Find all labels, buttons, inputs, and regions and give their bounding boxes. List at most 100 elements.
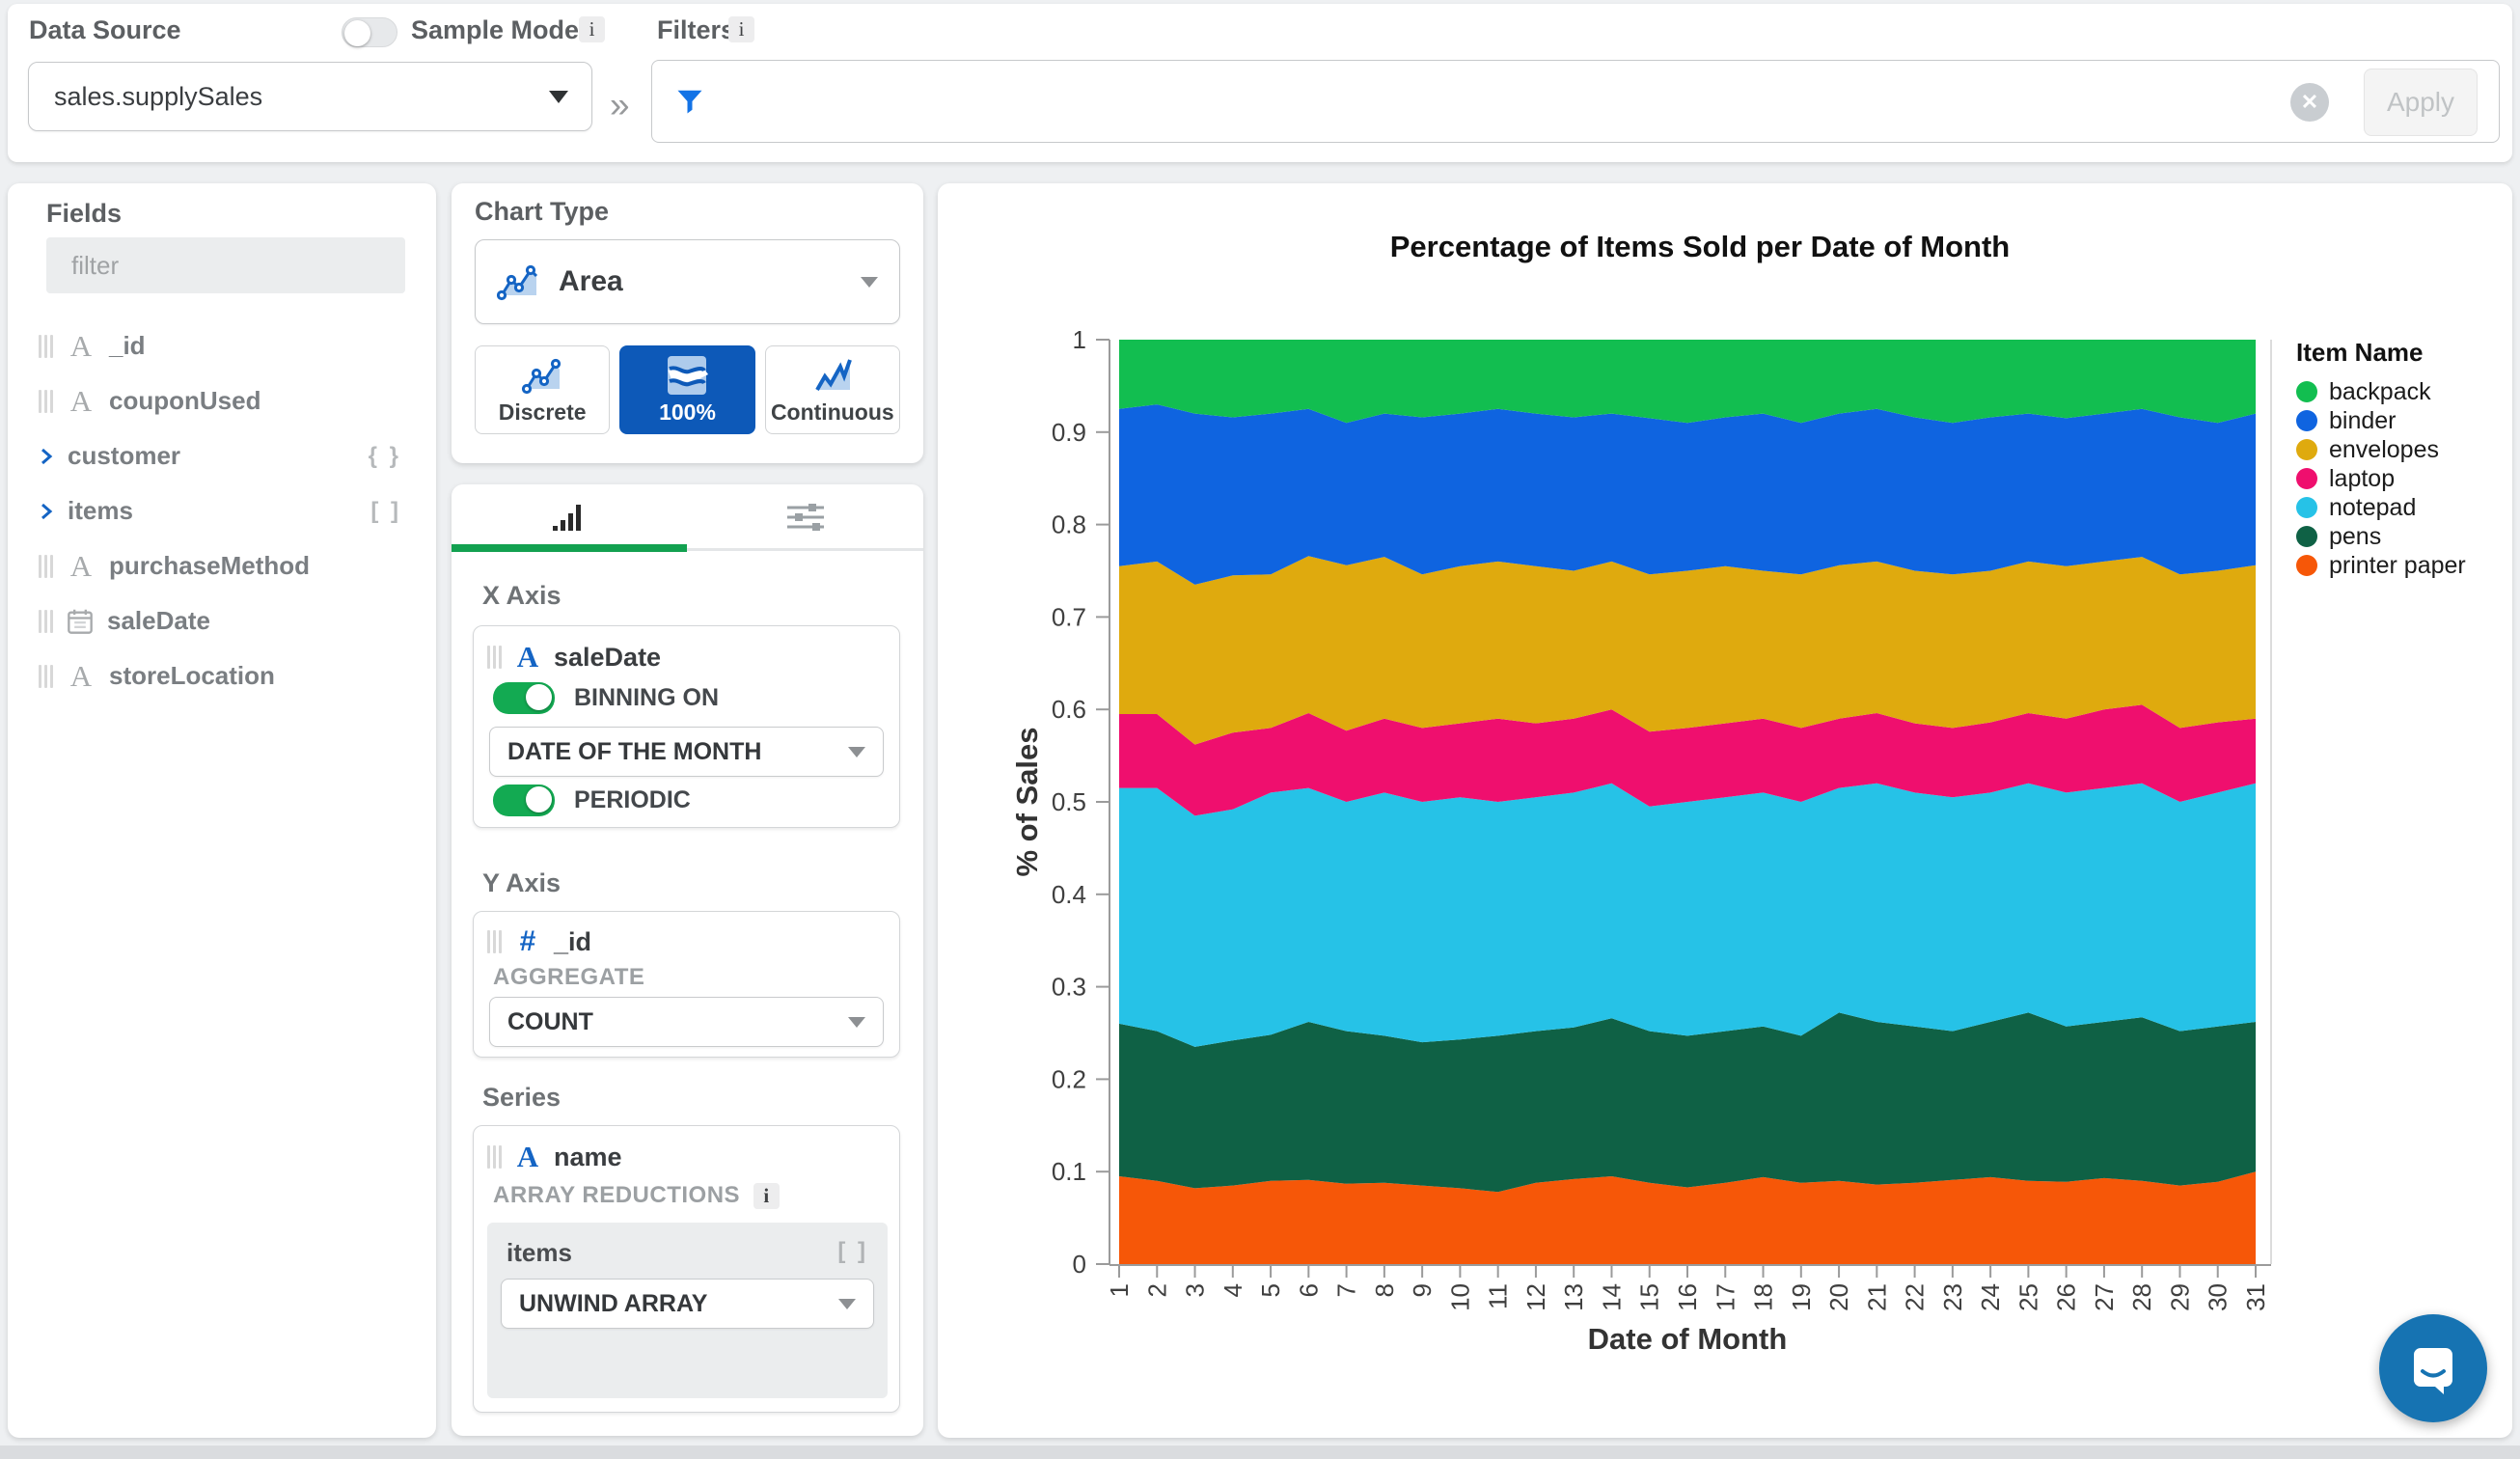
array-field-name: items (507, 1238, 572, 1268)
legend-item-backpack: backpack (2296, 377, 2504, 406)
x-axis-field[interactable]: A saleDate (487, 640, 661, 674)
legend-label: laptop (2329, 465, 2395, 493)
drag-handle-icon (39, 665, 53, 688)
fields-search-box (46, 237, 405, 293)
periodic-toggle[interactable] (493, 785, 555, 816)
clear-filter-icon[interactable]: ✕ (2290, 83, 2329, 122)
x-tick-label: 5 (1256, 1283, 1285, 1297)
subtype-label: 100% (659, 399, 716, 426)
periodic-toggle-row: PERIODIC (493, 785, 691, 816)
field-name: customer (68, 441, 180, 471)
field-row-items[interactable]: items[ ] (8, 483, 436, 538)
subtype-100pct-button[interactable]: 100% (619, 345, 754, 434)
legend-swatch (2296, 381, 2317, 402)
page-bottom-strip (0, 1445, 2520, 1459)
x-tick-label: 21 (1862, 1283, 1891, 1311)
legend-swatch (2296, 555, 2317, 576)
x-tick-label: 22 (1901, 1283, 1930, 1311)
legend-swatch (2296, 497, 2317, 518)
reduction-value: UNWIND ARRAY (519, 1290, 838, 1318)
array-reductions-label: ARRAY REDUCTIONS i (493, 1182, 780, 1209)
x-tick-label: 25 (2013, 1283, 2042, 1311)
field-name: saleDate (107, 606, 210, 636)
apply-button[interactable]: Apply (2364, 69, 2478, 136)
chevron-down-icon (848, 1017, 865, 1028)
filters-label: Filters (657, 15, 735, 45)
y-tick-label: 0.8 (1052, 510, 1086, 539)
legend-item-pens: pens (2296, 522, 2504, 551)
x-field-name: saleDate (554, 643, 661, 673)
fields-title: Fields (46, 199, 122, 229)
x-tick-label: 24 (1976, 1283, 2005, 1311)
y-axis-field[interactable]: # _id (487, 925, 591, 958)
tab-customize[interactable] (688, 484, 923, 552)
field-row-customer[interactable]: customer { } (8, 428, 436, 483)
x-tick-label: 28 (2127, 1283, 2156, 1311)
legend-label: pens (2329, 523, 2381, 551)
chart-type-value: Area (559, 265, 843, 298)
x-tick-label: 12 (1521, 1283, 1550, 1311)
subtype-continuous-button[interactable]: Continuous (765, 345, 900, 434)
field-row-_id[interactable]: A_id (8, 318, 436, 373)
x-tick-label: 18 (1749, 1283, 1778, 1311)
y-axis-card: # _id AGGREGATE COUNT (473, 911, 900, 1058)
area-chart-icon (497, 262, 541, 302)
series-field-name: name (554, 1142, 622, 1172)
x-tick-label: 1 (1105, 1283, 1134, 1297)
x-tick-label: 19 (1787, 1283, 1816, 1311)
series-field[interactable]: A name (487, 1140, 622, 1174)
chevron-down-icon (848, 747, 865, 757)
charts-builder-app: Data Source Sample Mode i sales.supplySa… (0, 0, 2520, 1459)
filter-query-input[interactable]: ✕ Apply (651, 60, 2500, 143)
chevron-down-icon (861, 277, 878, 288)
chart-type-select[interactable]: Area (475, 239, 900, 324)
sample-mode-info-icon[interactable]: i (579, 16, 605, 42)
x-tick-label: 2 (1142, 1283, 1171, 1297)
drag-handle-icon (487, 646, 502, 669)
chart-title: Percentage of Items Sold per Date of Mon… (1390, 230, 2010, 263)
tab-encode[interactable] (452, 484, 687, 552)
collapse-chevron-icon[interactable]: » (610, 85, 630, 125)
x-tick-label: 26 (2052, 1283, 2081, 1311)
legend-item-envelopes: envelopes (2296, 435, 2504, 464)
binning-toggle[interactable] (493, 682, 555, 714)
chart-legend: Item Namebackpackbinderenvelopeslaptopno… (2296, 338, 2504, 580)
drag-handle-icon (39, 390, 53, 413)
legend-title: Item Name (2296, 338, 2504, 368)
data-source-select[interactable]: sales.supplySales (28, 62, 592, 131)
x-tick-label: 27 (2090, 1283, 2119, 1311)
y-axis-label: % of Sales (1010, 727, 1044, 876)
field-row-couponUsed[interactable]: AcouponUsed (8, 373, 436, 428)
y-tick-label: 0.2 (1052, 1064, 1086, 1093)
sliders-icon (787, 504, 824, 533)
area-band-backpack (1119, 340, 2256, 423)
x-tick-label: 15 (1635, 1283, 1664, 1311)
field-type-badge: [ ] (370, 498, 401, 525)
aggregate-label: AGGREGATE (493, 964, 644, 991)
subtype-discrete-button[interactable]: Discrete (475, 345, 610, 434)
aggregate-select[interactable]: COUNT (489, 997, 884, 1047)
field-row-purchaseMethod[interactable]: ApurchaseMethod (8, 538, 436, 593)
funnel-icon (675, 86, 704, 117)
intercom-chat-button[interactable] (2379, 1314, 2487, 1422)
area-band-pens (1119, 1012, 2256, 1192)
string-type-icon: A (67, 329, 96, 364)
legend-label: envelopes (2329, 436, 2439, 464)
sample-mode-toggle[interactable] (342, 17, 397, 47)
string-type-icon: A (67, 384, 96, 419)
drag-handle-icon (39, 335, 53, 358)
chart-type-panel: Chart Type Area (452, 183, 923, 463)
unwind-array-select[interactable]: UNWIND ARRAY (501, 1279, 874, 1329)
x-tick-label: 3 (1181, 1283, 1210, 1297)
filters-info-icon[interactable]: i (728, 16, 754, 42)
binning-unit-select[interactable]: DATE OF THE MONTH (489, 727, 884, 777)
field-type-badge: { } (369, 443, 401, 470)
x-axis-heading: X Axis (482, 581, 562, 611)
legend-swatch (2296, 410, 2317, 431)
encode-tabs (452, 484, 923, 552)
fields-filter-input[interactable] (71, 251, 395, 281)
drag-handle-icon (487, 930, 502, 953)
array-reductions-info-icon[interactable]: i (753, 1183, 780, 1209)
field-row-saleDate[interactable]: saleDate (8, 593, 436, 648)
field-row-storeLocation[interactable]: AstoreLocation (8, 648, 436, 703)
